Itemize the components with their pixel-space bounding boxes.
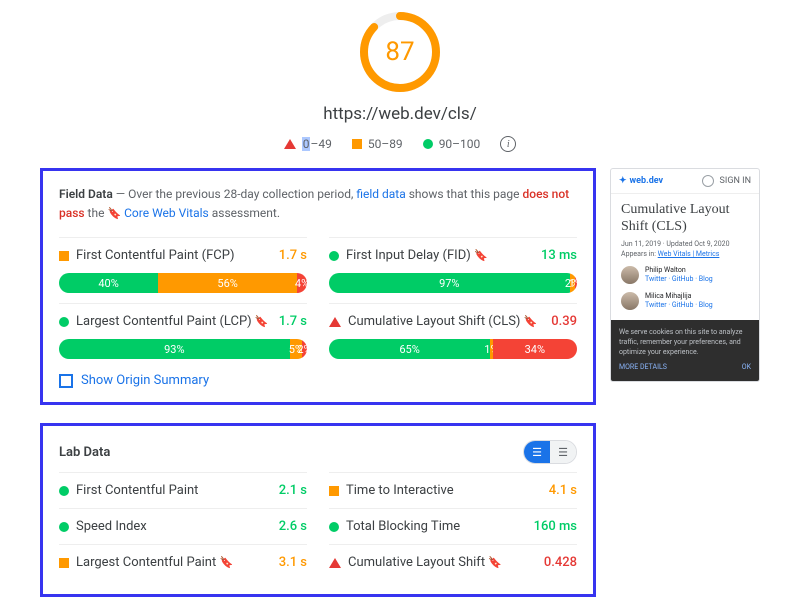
circle-green-icon — [329, 251, 339, 261]
preview-brand: ✦web.dev — [619, 176, 663, 186]
metric-value: 2.6 s — [279, 519, 307, 534]
metric-name: Cumulative Layout Shift 🔖 — [348, 555, 537, 570]
bookmark-icon: 🔖 — [474, 249, 488, 262]
lab-metric: Largest Contentful Paint 🔖 3.1 s — [59, 544, 307, 580]
square-orange-icon — [352, 139, 362, 149]
info-icon[interactable]: i — [500, 136, 516, 152]
distribution-bar: 93%5%2% — [59, 339, 307, 359]
metric-value: 2.1 s — [279, 483, 307, 498]
toggle-right[interactable]: ☰ — [550, 441, 576, 463]
bookmark-icon: 🔖 — [524, 315, 538, 328]
core-web-vitals-link[interactable]: Core Web Vitals — [124, 206, 209, 220]
view-toggle[interactable]: ☰ ☰ — [523, 440, 577, 464]
sign-in-button[interactable]: SIGN IN — [720, 176, 751, 186]
show-origin-summary[interactable]: Show Origin Summary — [59, 373, 577, 388]
metric-value: 4.1 s — [549, 483, 577, 498]
field-data-link[interactable]: field data — [356, 187, 405, 201]
metric-value: 1.7 s — [279, 314, 307, 329]
lab-data-panel: Lab Data ☰ ☰ First Contentful Paint 2.1 s… — [40, 423, 596, 597]
circle-green-icon — [59, 522, 69, 532]
bookmark-icon: 🔖 — [255, 315, 269, 328]
metric-name: First Contentful Paint (FCP) — [76, 248, 272, 263]
toggle-left[interactable]: ☰ — [524, 441, 550, 463]
lab-data-title: Lab Data — [59, 445, 523, 460]
lab-metric: Total Blocking Time 160 ms — [329, 508, 577, 544]
search-icon[interactable] — [702, 175, 714, 187]
triangle-red-icon — [329, 558, 341, 568]
field-metric: Cumulative Layout Shift (CLS) 🔖 0.39 65%1%… — [329, 303, 577, 359]
checkbox-icon[interactable] — [59, 374, 73, 388]
legend-average: 50–89 — [352, 137, 403, 151]
lab-metric: Time to Interactive 4.1 s — [329, 472, 577, 508]
score-gauge: 87 https://web.dev/cls/ 0–49 50–89 90–10… — [40, 10, 760, 152]
field-metric: Largest Contentful Paint (LCP) 🔖 1.7 s 93%… — [59, 303, 307, 359]
metric-name: Largest Contentful Paint (LCP) 🔖 — [76, 314, 272, 329]
metric-name: First Input Delay (FID) 🔖 — [346, 248, 534, 263]
score-legend: 0–49 50–89 90–100 i — [284, 136, 517, 152]
metric-name: Cumulative Layout Shift (CLS) 🔖 — [348, 314, 544, 329]
page-preview: ✦web.dev SIGN IN Cumulative Layout Shift… — [610, 168, 760, 382]
field-metric: First Input Delay (FID) 🔖 13 ms 97%2%1% — [329, 237, 577, 293]
metric-name: Total Blocking Time — [346, 519, 527, 534]
cookie-banner: We serve cookies on this site to analyze… — [611, 320, 759, 381]
legend-good: 90–100 — [423, 137, 481, 151]
preview-appears: Appears in: Web Vitals | Metrics — [621, 250, 749, 258]
legend-poor: 0–49 — [284, 137, 332, 151]
lab-metric: Speed Index 2.6 s — [59, 508, 307, 544]
metric-value: 3.1 s — [279, 555, 307, 570]
preview-title: Cumulative Layout Shift (CLS) — [621, 202, 749, 236]
field-data-panel: Field Data — Over the previous 28-day co… — [40, 168, 596, 405]
avatar — [621, 266, 639, 284]
metric-name: Speed Index — [76, 519, 272, 534]
more-details-link[interactable]: MORE DETAILS — [619, 363, 667, 373]
author-row: Milica MihajlijaTwitter · GitHub · Blog — [621, 292, 749, 310]
metric-value: 13 ms — [541, 248, 577, 263]
square-orange-icon — [59, 251, 69, 261]
bookmark-icon: 🔖 — [219, 556, 233, 569]
bookmark-icon: 🔖 — [488, 556, 502, 569]
circle-green-icon — [59, 317, 69, 327]
metric-value: 0.39 — [551, 314, 577, 329]
triangle-red-icon — [284, 139, 296, 149]
lab-metric: First Contentful Paint 2.1 s — [59, 472, 307, 508]
score-value: 87 — [358, 10, 442, 94]
metric-name: First Contentful Paint — [76, 483, 272, 498]
metric-value: 0.428 — [544, 555, 577, 570]
distribution-bar: 97%2%1% — [329, 273, 577, 293]
circle-green-icon — [59, 486, 69, 496]
lab-metric: Cumulative Layout Shift 🔖 0.428 — [329, 544, 577, 580]
cookie-ok-button[interactable]: OK — [742, 363, 751, 373]
avatar — [621, 292, 639, 310]
bookmark-icon: 🔖 — [107, 207, 121, 220]
circle-green-icon — [423, 139, 433, 149]
distribution-bar: 40%56%4% — [59, 273, 307, 293]
author-row: Philip WaltonTwitter · GitHub · Blog — [621, 266, 749, 284]
preview-date: Jun 11, 2019 · Updated Oct 9, 2020 — [621, 240, 749, 248]
field-metric: First Contentful Paint (FCP) 1.7 s 40%56%4… — [59, 237, 307, 293]
square-orange-icon — [59, 558, 69, 568]
tested-url: https://web.dev/cls/ — [323, 104, 476, 124]
distribution-bar: 65%1%34% — [329, 339, 577, 359]
metric-name: Largest Contentful Paint 🔖 — [76, 555, 272, 570]
metric-value: 1.7 s — [279, 248, 307, 263]
triangle-red-icon — [329, 317, 341, 327]
circle-green-icon — [329, 522, 339, 532]
metric-value: 160 ms — [534, 519, 577, 534]
field-data-description: Field Data — Over the previous 28-day co… — [59, 185, 577, 223]
metric-name: Time to Interactive — [346, 483, 542, 498]
square-orange-icon — [329, 486, 339, 496]
